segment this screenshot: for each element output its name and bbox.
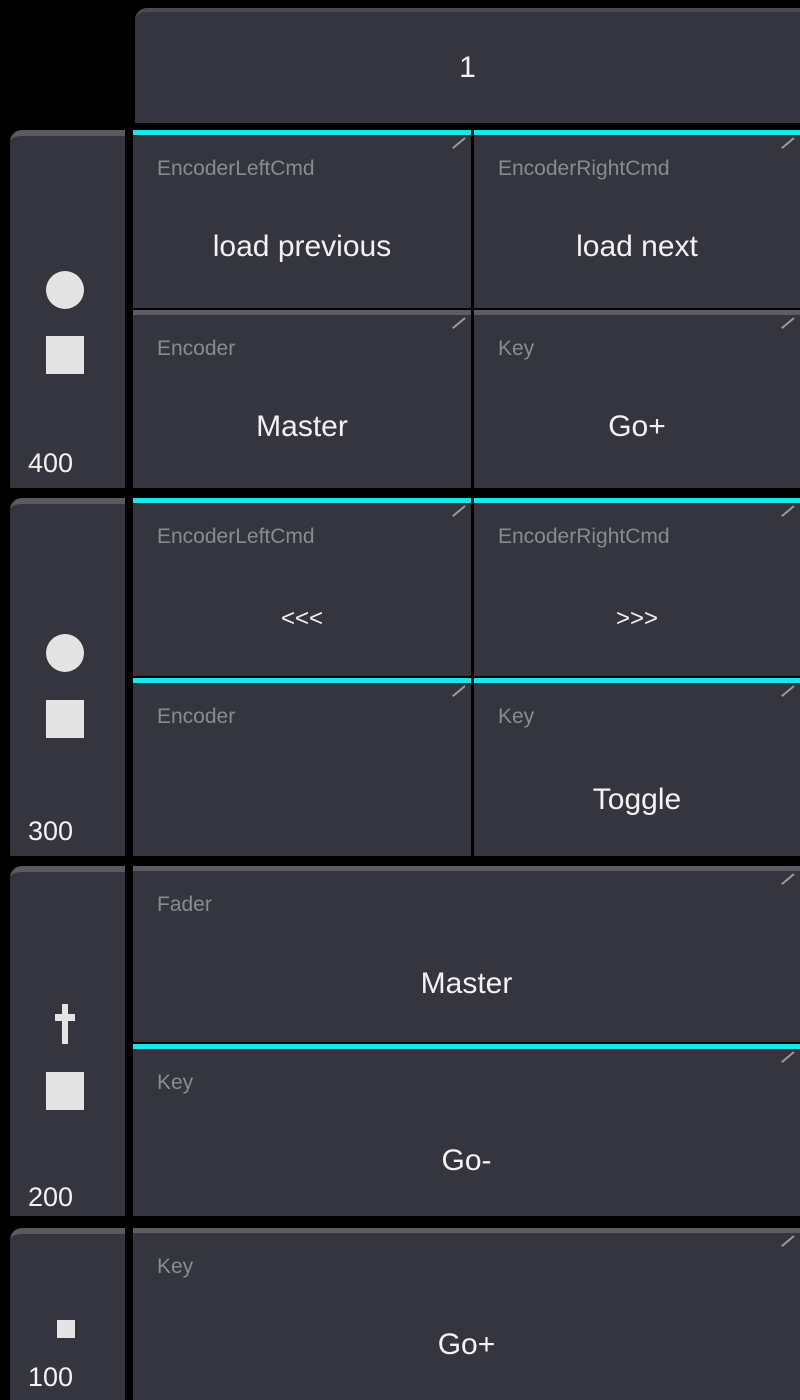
small-square-icon[interactable] bbox=[57, 1320, 75, 1338]
section-300-side[interactable]: 300 bbox=[10, 498, 125, 856]
cell-value: load next bbox=[576, 230, 698, 263]
section-400-side[interactable]: 400 bbox=[10, 130, 125, 488]
cell-value: Go+ bbox=[608, 410, 666, 443]
cell-value: Go+ bbox=[437, 1328, 496, 1361]
cell-value: load previous bbox=[212, 230, 392, 263]
cell-label: Key bbox=[498, 337, 535, 360]
encoder-right-cmd-cell[interactable]: EncoderRightCmd >>> bbox=[474, 498, 800, 676]
cell-label: EncoderLeftCmd bbox=[157, 157, 315, 180]
circle-icon[interactable] bbox=[46, 271, 84, 309]
encoder-cell[interactable]: Encoder bbox=[133, 678, 471, 856]
cell-label: EncoderRightCmd bbox=[498, 525, 670, 548]
encoder-left-cmd-cell[interactable]: EncoderLeftCmd <<< bbox=[133, 498, 471, 676]
fader-icon[interactable] bbox=[54, 1004, 76, 1044]
cell-label: EncoderLeftCmd bbox=[157, 525, 315, 548]
cell-label: Fader bbox=[157, 893, 212, 916]
cell-label: Key bbox=[157, 1255, 194, 1278]
cell-value: Master bbox=[256, 410, 348, 443]
section-number: 200 bbox=[28, 1182, 74, 1212]
cell-value: <<< bbox=[280, 605, 324, 632]
page-number: 1 bbox=[459, 50, 476, 84]
section-200-side[interactable]: 200 bbox=[10, 866, 125, 1216]
cell-value: >>> bbox=[615, 605, 659, 632]
encoder-right-cmd-cell[interactable]: EncoderRightCmd load next bbox=[474, 130, 800, 308]
page-header[interactable]: 1 bbox=[135, 8, 800, 123]
key-cell[interactable]: Key Go+ bbox=[474, 310, 800, 488]
cell-value: Go- bbox=[441, 1144, 492, 1177]
section-number: 400 bbox=[28, 448, 74, 478]
fader-cell[interactable]: Fader Master bbox=[133, 866, 800, 1042]
cell-label: Key bbox=[157, 1071, 194, 1094]
cell-value: Master bbox=[420, 967, 513, 1000]
square-icon[interactable] bbox=[46, 336, 84, 374]
square-icon[interactable] bbox=[46, 1072, 84, 1110]
cell-label: EncoderRightCmd bbox=[498, 157, 670, 180]
encoder-left-cmd-cell[interactable]: EncoderLeftCmd load previous bbox=[133, 130, 471, 308]
cell-label: Key bbox=[498, 705, 535, 728]
cell-label: Encoder bbox=[157, 337, 236, 360]
section-number: 100 bbox=[28, 1362, 74, 1392]
section-100-side[interactable]: 100 bbox=[10, 1228, 125, 1400]
square-icon[interactable] bbox=[46, 700, 84, 738]
cell-label: Encoder bbox=[157, 705, 236, 728]
key-cell[interactable]: Key Go+ bbox=[133, 1228, 800, 1400]
key-cell[interactable]: Key Toggle bbox=[474, 678, 800, 856]
circle-icon[interactable] bbox=[46, 634, 84, 672]
section-number: 300 bbox=[28, 816, 74, 846]
key-cell[interactable]: Key Go- bbox=[133, 1044, 800, 1216]
encoder-cell[interactable]: Encoder Master bbox=[133, 310, 471, 488]
cell-value: Toggle bbox=[592, 783, 682, 816]
